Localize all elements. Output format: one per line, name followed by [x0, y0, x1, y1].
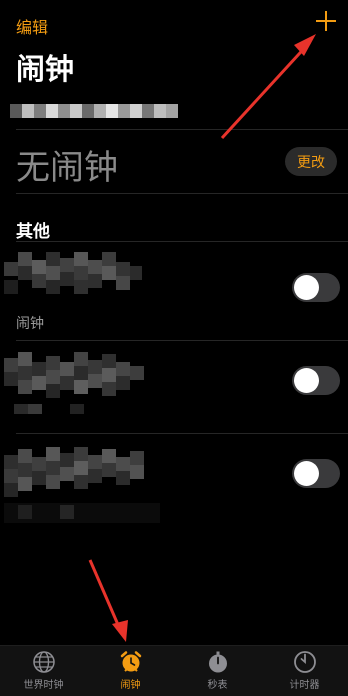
alarm-toggle[interactable]	[292, 459, 340, 488]
globe-icon	[32, 651, 55, 673]
alarm-clock-icon	[120, 651, 141, 672]
stopwatch-icon	[208, 651, 227, 673]
divider	[16, 241, 348, 242]
annotation-arrow-top	[220, 34, 316, 140]
toggle-knob	[294, 275, 319, 300]
toggle-knob	[294, 461, 319, 486]
alarm-time-pixelated	[4, 447, 160, 527]
bedtime-label-pixelated	[10, 100, 182, 122]
alarm-time-pixelated	[4, 352, 154, 422]
tab-bar: 世界时钟 闹钟 秒表 计时器	[0, 645, 348, 696]
tab-alarm[interactable]: 闹钟	[87, 650, 174, 696]
tab-label: 秒表	[207, 680, 228, 691]
tab-label: 世界时钟	[23, 680, 64, 691]
tab-label: 计时器	[289, 680, 320, 691]
section-title-other: 其他	[16, 222, 50, 242]
annotation-arrow-bottom	[88, 559, 128, 642]
edit-button[interactable]: 编辑	[16, 14, 48, 38]
tab-timer[interactable]: 计时器	[261, 650, 348, 696]
tab-label: 闹钟	[120, 680, 141, 691]
alarm-label: 闹钟	[16, 316, 44, 332]
no-alarm-text: 无闹钟	[16, 148, 118, 188]
timer-icon	[293, 651, 316, 673]
divider	[16, 340, 348, 341]
alarm-toggle[interactable]	[292, 273, 340, 302]
alarm-toggle[interactable]	[292, 366, 340, 395]
alarm-time-pixelated	[4, 252, 142, 310]
divider	[16, 433, 348, 434]
divider	[16, 193, 348, 194]
tab-world-clock[interactable]: 世界时钟	[0, 650, 87, 696]
page-title: 闹钟	[16, 52, 75, 86]
toggle-knob	[294, 368, 319, 393]
tab-stopwatch[interactable]: 秒表	[174, 650, 261, 696]
change-button[interactable]: 更改	[285, 147, 337, 176]
